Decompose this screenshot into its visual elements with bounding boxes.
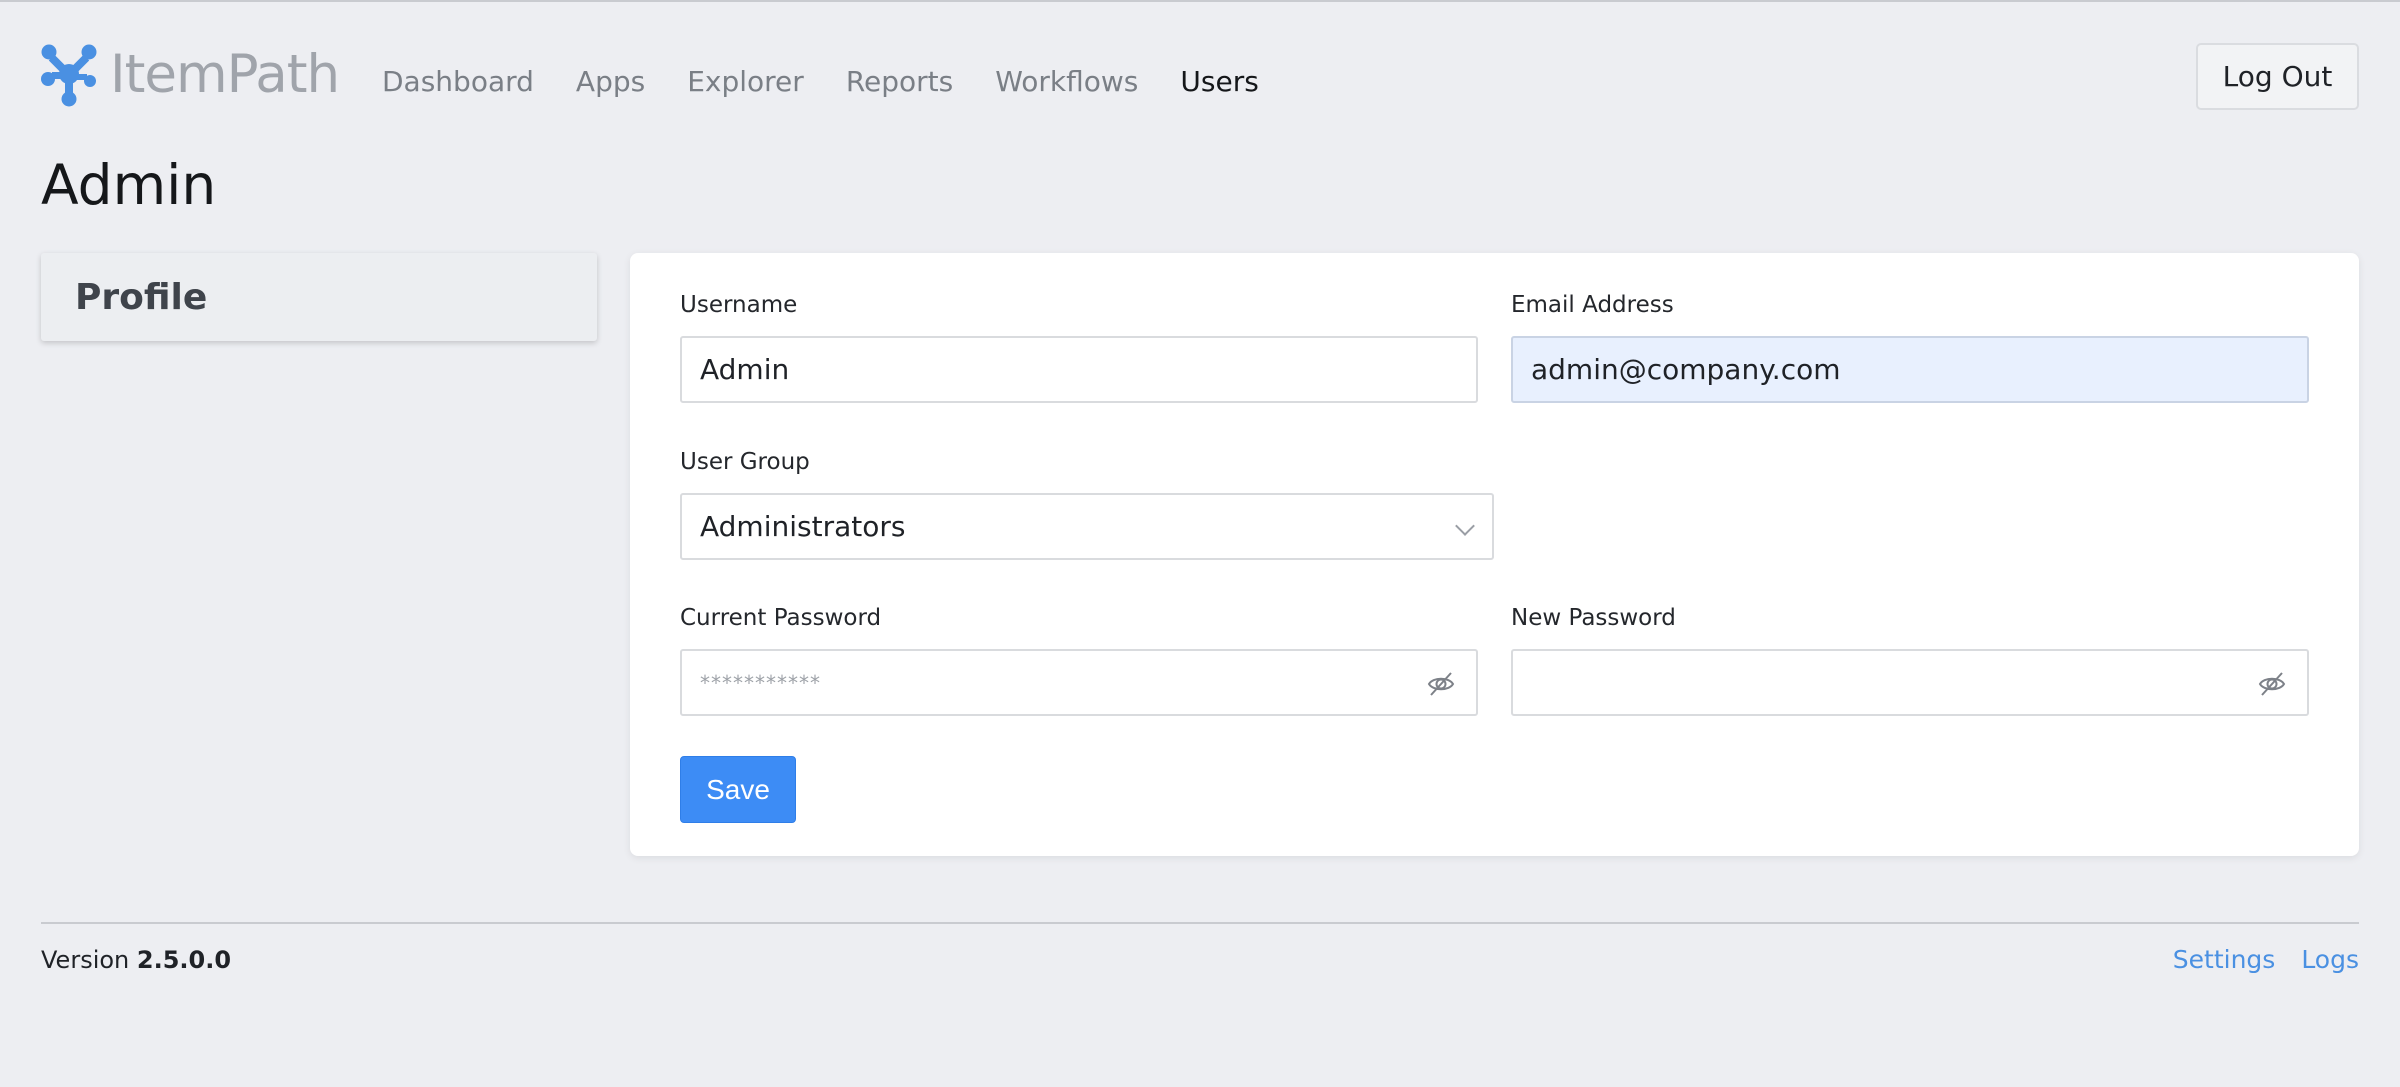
save-button[interactable]: Save bbox=[680, 756, 796, 823]
nav-item-explorer[interactable]: Explorer bbox=[687, 62, 804, 102]
version-info: Version 2.5.0.0 bbox=[41, 944, 231, 976]
version-number: 2.5.0.0 bbox=[136, 946, 232, 974]
current-password-field[interactable]: *********** bbox=[680, 649, 1478, 716]
main-nav: Dashboard Apps Explorer Reports Workflow… bbox=[382, 62, 1301, 102]
sidebar-item-label: Profile bbox=[75, 276, 208, 318]
version-label: Version bbox=[41, 946, 130, 974]
current-password-value: *********** bbox=[700, 670, 821, 695]
username-field[interactable]: Admin bbox=[680, 336, 1478, 403]
logout-button[interactable]: Log Out bbox=[2196, 43, 2359, 110]
footer-divider bbox=[41, 922, 2359, 924]
nav-item-apps[interactable]: Apps bbox=[576, 62, 645, 102]
footer-link-logs[interactable]: Logs bbox=[2301, 944, 2359, 976]
user-group-select[interactable]: Administrators bbox=[680, 493, 1494, 560]
nav-item-dashboard[interactable]: Dashboard bbox=[382, 62, 534, 102]
profile-form: Username Admin Email Address admin@compa… bbox=[630, 253, 2359, 856]
email-label: Email Address bbox=[1511, 292, 1674, 318]
sidebar-item-profile[interactable]: Profile bbox=[41, 253, 597, 341]
brand-name: ItemPath bbox=[110, 43, 340, 105]
username-label: Username bbox=[680, 292, 798, 318]
eye-slash-icon[interactable] bbox=[1426, 669, 1456, 699]
user-group-label: User Group bbox=[680, 449, 810, 475]
footer-links: Settings Logs bbox=[2147, 944, 2359, 976]
footer-link-settings[interactable]: Settings bbox=[2173, 944, 2276, 976]
current-password-label: Current Password bbox=[680, 605, 882, 631]
email-value: admin@company.com bbox=[1531, 353, 1841, 386]
page-title: Admin bbox=[41, 153, 217, 217]
new-password-field[interactable] bbox=[1511, 649, 2309, 716]
new-password-label: New Password bbox=[1511, 605, 1676, 631]
nav-item-users[interactable]: Users bbox=[1180, 62, 1258, 102]
username-value: Admin bbox=[700, 353, 790, 386]
nav-item-workflows[interactable]: Workflows bbox=[995, 62, 1138, 102]
eye-slash-icon[interactable] bbox=[2257, 669, 2287, 699]
top-border bbox=[0, 0, 2400, 2]
email-field[interactable]: admin@company.com bbox=[1511, 336, 2309, 403]
user-group-value: Administrators bbox=[700, 510, 906, 543]
itempath-molecule-icon bbox=[41, 44, 97, 107]
brand-logo[interactable]: ItemPath bbox=[40, 40, 340, 108]
nav-item-reports[interactable]: Reports bbox=[846, 62, 953, 102]
